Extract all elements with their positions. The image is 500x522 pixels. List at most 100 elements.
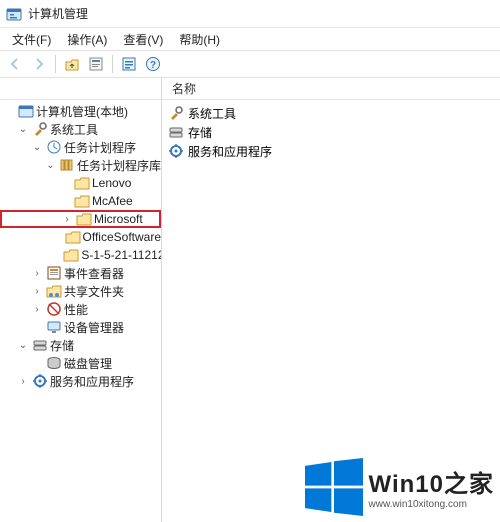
expander-icon[interactable]: › xyxy=(30,284,44,298)
tree-label: 共享文件夹 xyxy=(64,283,124,300)
services-icon xyxy=(32,373,48,389)
expander-icon[interactable]: ⌄ xyxy=(30,140,44,154)
watermark: Win10之家 www.win10xitong.com xyxy=(305,458,494,516)
refresh-icon xyxy=(121,56,137,72)
tree-device-manager[interactable]: ›设备管理器 xyxy=(0,318,161,336)
tree-label: Lenovo xyxy=(92,176,131,190)
device-manager-icon xyxy=(46,319,62,335)
list-item-label: 系统工具 xyxy=(188,105,236,122)
list-pane: 名称 系统工具 存储 服务和应用程序 xyxy=(162,78,500,522)
folder-icon xyxy=(74,175,90,191)
tree-task-scheduler[interactable]: ⌄ 任务计划程序 xyxy=(0,138,161,156)
expander-icon[interactable]: › xyxy=(60,212,74,226)
tree-system-tools[interactable]: ⌄ 系统工具 xyxy=(0,120,161,138)
windows-logo-icon xyxy=(305,458,363,516)
folder-icon xyxy=(74,193,90,209)
tree-label: 任务计划程序 xyxy=(64,139,136,156)
up-level-icon xyxy=(64,56,80,72)
tree-root-computer-management[interactable]: ▾ 计算机管理(本地) xyxy=(0,102,161,120)
toolbar-separator xyxy=(112,55,113,73)
menu-view[interactable]: 查看(V) xyxy=(115,29,171,50)
menu-action[interactable]: 操作(A) xyxy=(59,29,115,50)
svg-text:?: ? xyxy=(150,60,156,71)
menu-file[interactable]: 文件(F) xyxy=(4,29,59,50)
list-item[interactable]: 系统工具 xyxy=(168,104,494,122)
tree-pane: ▾ 计算机管理(本地) ⌄ 系统工具 xyxy=(0,78,162,522)
event-viewer-icon xyxy=(46,265,62,281)
storage-icon xyxy=(32,337,48,353)
tree-performance[interactable]: › 性能 xyxy=(0,300,161,318)
tree-label: 计算机管理(本地) xyxy=(36,103,128,120)
tree-shared-folders[interactable]: › 共享文件夹 xyxy=(0,282,161,300)
tree-label: 任务计划程序库 xyxy=(77,157,161,174)
titlebar: 计算机管理 xyxy=(0,0,500,28)
tree-folder-mcafee[interactable]: ›McAfee xyxy=(0,192,161,210)
app-icon xyxy=(6,6,22,22)
list-item-label: 存储 xyxy=(188,124,212,141)
properties-button[interactable] xyxy=(85,53,107,75)
tree-folder-microsoft[interactable]: › Microsoft xyxy=(0,210,161,228)
tools-icon xyxy=(168,105,184,121)
forward-arrow-icon xyxy=(31,56,47,72)
storage-icon xyxy=(168,124,184,140)
column-name[interactable]: 名称 xyxy=(162,80,206,97)
tree-task-scheduler-library[interactable]: ⌄ 任务计划程序库 xyxy=(0,156,161,174)
list-header: 名称 xyxy=(162,78,500,100)
expander-icon[interactable]: ⌄ xyxy=(16,338,30,352)
back-arrow-icon xyxy=(7,56,23,72)
list-item[interactable]: 存储 xyxy=(168,123,494,141)
tree-label: S-1-5-21-11212 xyxy=(81,248,161,262)
folder-icon xyxy=(76,211,92,227)
tree-label: OfficeSoftware xyxy=(83,230,161,244)
tree-storage[interactable]: ⌄ 存储 xyxy=(0,336,161,354)
toolbar: ? xyxy=(0,50,500,78)
window-title: 计算机管理 xyxy=(28,5,88,22)
list-item[interactable]: 服务和应用程序 xyxy=(168,142,494,160)
tree-disk-management[interactable]: ›磁盘管理 xyxy=(0,354,161,372)
tools-icon xyxy=(32,121,48,137)
tree-label: Microsoft xyxy=(94,212,143,226)
back-button[interactable] xyxy=(4,53,26,75)
tree-services-apps[interactable]: › 服务和应用程序 xyxy=(0,372,161,390)
tree-event-viewer[interactable]: › 事件查看器 xyxy=(0,264,161,282)
menubar: 文件(F) 操作(A) 查看(V) 帮助(H) xyxy=(0,28,500,50)
watermark-title: Win10之家 xyxy=(369,464,494,499)
menu-help[interactable]: 帮助(H) xyxy=(171,29,228,50)
tree-label: 服务和应用程序 xyxy=(50,373,134,390)
performance-icon xyxy=(46,301,62,317)
tree-folder-lenovo[interactable]: ›Lenovo xyxy=(0,174,161,192)
computer-icon xyxy=(18,103,34,119)
expander-icon[interactable]: ⌄ xyxy=(16,122,30,136)
tree-label: 设备管理器 xyxy=(64,319,124,336)
clock-icon xyxy=(46,139,62,155)
tree-label: 事件查看器 xyxy=(64,265,124,282)
watermark-url: www.win10xitong.com xyxy=(369,499,494,510)
forward-button[interactable] xyxy=(28,53,50,75)
services-icon xyxy=(168,143,184,159)
expander-icon[interactable]: › xyxy=(30,266,44,280)
folder-icon xyxy=(63,247,79,263)
tree-label: McAfee xyxy=(92,194,133,208)
folder-icon xyxy=(65,229,81,245)
refresh-button[interactable] xyxy=(118,53,140,75)
tree-folder-sid[interactable]: ›S-1-5-21-11212 xyxy=(0,246,161,264)
library-icon xyxy=(59,157,75,173)
toolbar-separator xyxy=(55,55,56,73)
disk-icon xyxy=(46,355,62,371)
expander-icon[interactable]: ⌄ xyxy=(44,158,57,172)
list-item-label: 服务和应用程序 xyxy=(188,143,272,160)
tree-label: 磁盘管理 xyxy=(64,355,112,372)
help-icon: ? xyxy=(145,56,161,72)
up-button[interactable] xyxy=(61,53,83,75)
tree-folder-officesoftware[interactable]: ›OfficeSoftware xyxy=(0,228,161,246)
properties-icon xyxy=(88,56,104,72)
help-button[interactable]: ? xyxy=(142,53,164,75)
tree: ▾ 计算机管理(本地) ⌄ 系统工具 xyxy=(0,102,161,390)
main-split: ▾ 计算机管理(本地) ⌄ 系统工具 xyxy=(0,78,500,522)
expander-icon[interactable]: › xyxy=(16,374,30,388)
tree-label: 存储 xyxy=(50,337,74,354)
tree-label: 性能 xyxy=(64,301,88,318)
tree-label: 系统工具 xyxy=(50,121,98,138)
expander-icon[interactable]: › xyxy=(30,302,44,316)
tree-header xyxy=(0,78,161,100)
